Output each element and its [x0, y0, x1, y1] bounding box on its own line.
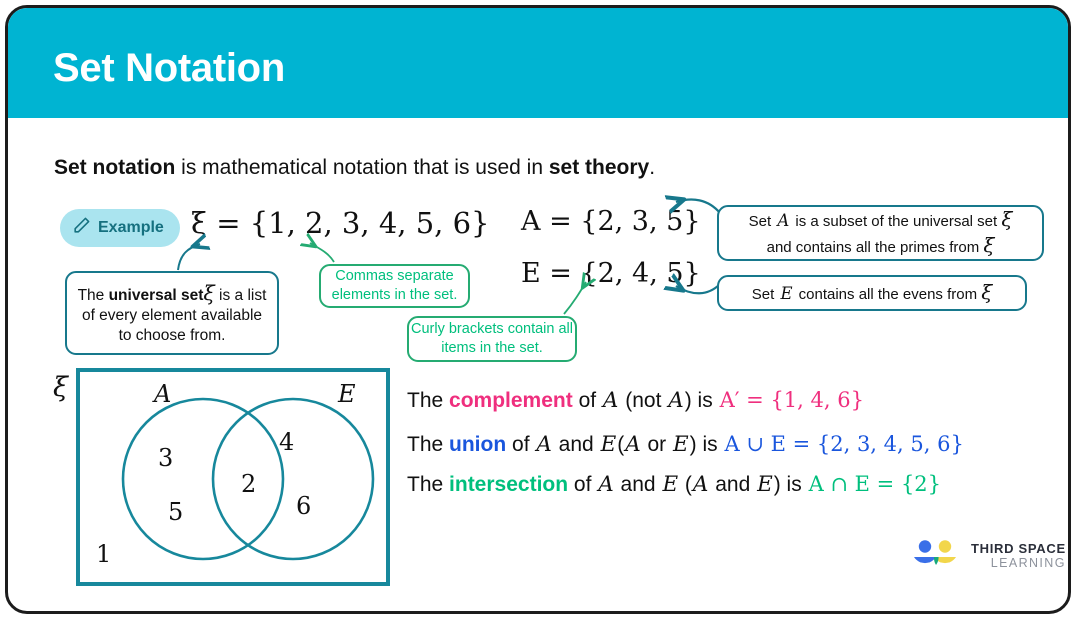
callout-sete-part2: contains all the evens from — [794, 286, 982, 304]
intro-lead: Set notation — [54, 156, 176, 179]
venn-diagram: A E 3 5 2 4 6 1 — [76, 368, 390, 586]
arrow-universal-set — [177, 244, 200, 271]
intersection-mid5: ) is — [773, 473, 808, 496]
logo-mark-icon — [914, 540, 956, 565]
venn-element-a-3: 3 — [158, 444, 173, 472]
callout-seta-symbol1: ξ — [1001, 207, 1013, 232]
callout-set-e: Set E contains all the evens from ξ — [717, 275, 1027, 311]
venn-label-a: A — [152, 380, 171, 408]
venn-circle-a — [121, 397, 285, 561]
callout-universal-set: The universal setξ is a list of every el… — [65, 271, 279, 355]
pencil-icon — [72, 216, 91, 240]
callout-seta-symbol2: ξ — [983, 233, 995, 257]
example-label: Example — [98, 219, 164, 236]
callout-curly-text: Curly brackets contain all items in the … — [411, 321, 573, 356]
complement-mid2: (not — [625, 389, 668, 412]
complement-result: A′ = {1, 4, 6} — [719, 388, 864, 412]
callout-set-a: Set A is a subset of the universal set ξ… — [717, 205, 1044, 261]
union-keyword: union — [449, 433, 507, 456]
equation-set-e: E = {2, 4, 5} — [521, 258, 701, 289]
complement-var2: A — [668, 388, 684, 413]
callout-universal-bold: universal set — [108, 286, 204, 304]
intersection-mid2: and — [614, 473, 662, 496]
union-prefix: The — [407, 433, 450, 456]
union-mid1: of — [506, 433, 536, 456]
intersection-result: A ∩ E = {2} — [808, 472, 942, 496]
callout-seta-var: A — [777, 211, 790, 231]
intersection-mid3: ( — [679, 473, 692, 496]
venn-element-e-4: 4 — [279, 428, 294, 456]
union-mid4: or — [641, 433, 673, 456]
complement-keyword: complement — [449, 389, 573, 412]
page-title: Set Notation — [53, 46, 285, 90]
callout-curly-brackets: Curly brackets contain all items in the … — [407, 316, 577, 362]
intro-middle: is mathematical notation that is used in — [175, 156, 549, 179]
callout-commas: Commas separate elements in the set. — [319, 264, 470, 308]
union-var4: E — [673, 432, 689, 457]
callout-seta-part1: Set — [748, 213, 776, 231]
union-mid2: and — [552, 433, 600, 456]
intersection-var4: E — [757, 472, 773, 497]
page-header: Set Notation — [8, 8, 1068, 118]
union-var1: A — [536, 432, 552, 457]
union-mid5: ) is — [689, 433, 724, 456]
venn-element-e-6: 6 — [296, 492, 311, 520]
callout-commas-text: Commas separate elements in the set. — [331, 268, 458, 303]
intro-sentence: Set notation is mathematical notation th… — [54, 156, 655, 180]
statement-complement: The complement of A (not A) is A′ = {1, … — [407, 388, 865, 413]
union-result: A ∪ E = {2, 3, 4, 5, 6} — [724, 432, 964, 456]
logo-text: THIRD SPACE LEARNING — [971, 540, 1066, 571]
callout-sete-part1: Set — [751, 286, 779, 304]
complement-mid3: ) is — [684, 389, 719, 412]
venn-label-e: E — [337, 380, 356, 408]
intro-period: . — [649, 156, 656, 179]
venn-element-outside-1: 1 — [96, 540, 111, 568]
union-var2: E — [600, 432, 617, 457]
venn-element-a-5: 5 — [168, 498, 183, 526]
intersection-prefix: The — [407, 473, 450, 496]
logo-line-1: THIRD SPACE — [971, 540, 1066, 556]
intro-tail: set theory — [548, 156, 650, 179]
complement-var1: A — [602, 388, 619, 413]
intersection-keyword: intersection — [449, 473, 569, 496]
venn-element-intersection-2: 2 — [241, 470, 256, 498]
third-space-learning-logo: THIRD SPACE LEARNING — [910, 539, 1066, 573]
callout-universal-symbol: ξ — [203, 280, 215, 305]
example-badge: Example — [60, 209, 180, 247]
callout-seta-part2: is a subset of the universal set — [791, 213, 1002, 231]
complement-mid1: of — [572, 389, 602, 412]
equation-universal-set: ξ = {1, 2, 3, 4, 5, 6} — [191, 206, 490, 240]
intersection-var2: E — [662, 472, 679, 497]
intersection-mid4: and — [709, 473, 757, 496]
statement-intersection: The intersection of A and E (A and E) is… — [407, 472, 942, 497]
venn-circle-e — [211, 397, 375, 561]
callout-sete-symbol1: ξ — [981, 280, 993, 305]
intersection-mid1: of — [568, 473, 598, 496]
callout-seta-part3: and contains all the primes from — [766, 239, 984, 256]
statement-union: The union of A and E(A or E) is A ∪ E = … — [407, 432, 965, 457]
intersection-var1: A — [598, 472, 614, 497]
equation-set-a: A = {2, 3, 5} — [521, 206, 701, 237]
arrow-commas — [310, 243, 335, 263]
union-var3: A — [625, 432, 641, 457]
lesson-card: Set Notation Set notation is mathematica… — [5, 5, 1071, 614]
callout-sete-var: E — [780, 284, 793, 304]
callout-universal-part1: The — [77, 286, 109, 304]
intersection-var3: A — [692, 472, 709, 497]
complement-prefix: The — [407, 389, 450, 412]
logo-line-2: LEARNING — [990, 556, 1066, 571]
